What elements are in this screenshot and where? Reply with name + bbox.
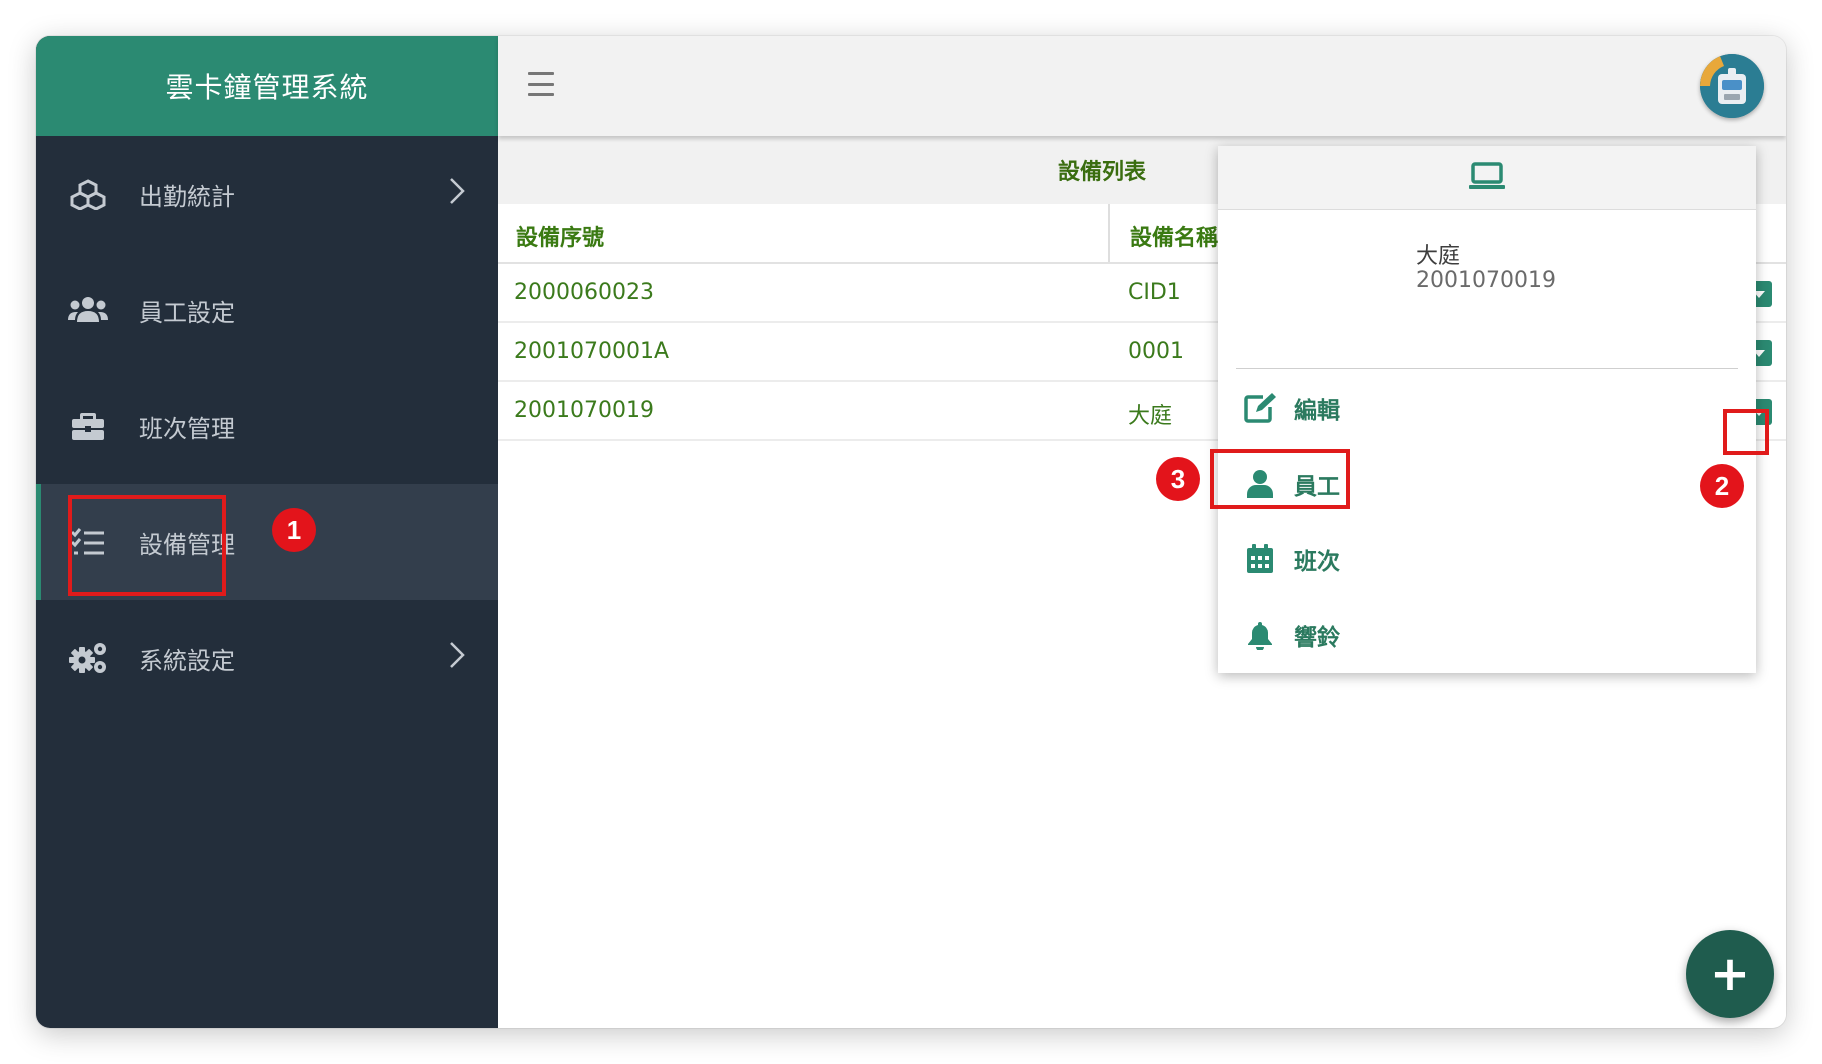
annotation-badge: 2: [1700, 464, 1744, 508]
list-check-icon: [66, 522, 110, 562]
cell-name: CID1: [1128, 280, 1181, 305]
popup-header: [1218, 146, 1756, 210]
cogs-icon: [66, 638, 110, 678]
menu-item-label: 響鈴: [1294, 625, 1340, 651]
cell-name: 大庭: [1128, 404, 1173, 429]
device-avatar-icon[interactable]: [1700, 54, 1764, 118]
menu-item-shift[interactable]: 班次: [1238, 529, 1658, 589]
column-header-serial[interactable]: 設備序號: [516, 220, 604, 252]
bell-icon: [1238, 620, 1282, 650]
menu-item-edit[interactable]: 編輯: [1238, 378, 1658, 438]
hamburger-icon[interactable]: [528, 72, 554, 96]
sidebar-item-label: 班次管理: [139, 414, 235, 443]
device-name: 大庭: [1416, 244, 1461, 269]
divider: [1236, 368, 1738, 369]
sidebar-item-label: 出勤統計: [139, 182, 235, 211]
app-title: 雲卡鐘管理系統: [36, 36, 498, 136]
menu-item-label: 班次: [1294, 549, 1340, 575]
menu-item-label: 編輯: [1294, 398, 1340, 424]
device-serial: 2001070019: [1416, 268, 1556, 293]
sidebar: 雲卡鐘管理系統 出勤統計 員工設定 班次管理 設備管理 系統設定 1: [36, 36, 498, 1028]
cell-serial: 2000060023: [514, 280, 654, 305]
menu-item-ring[interactable]: 響鈴: [1238, 605, 1658, 665]
sidebar-item-device-management[interactable]: 設備管理: [36, 484, 498, 600]
user-icon: [1238, 469, 1282, 499]
sidebar-item-label: 系統設定: [139, 646, 235, 675]
sidebar-item-label: 設備管理: [139, 530, 235, 559]
briefcase-icon: [66, 406, 110, 446]
edit-icon: [1238, 393, 1282, 423]
top-bar: [498, 36, 1786, 136]
sidebar-item-attendance-stats[interactable]: 出勤統計: [36, 136, 498, 252]
sidebar-item-label: 員工設定: [139, 298, 235, 327]
laptop-icon: [1468, 161, 1506, 195]
cell-serial: 2001070001A: [514, 339, 670, 364]
column-header-name[interactable]: 設備名稱: [1130, 220, 1218, 252]
annotation-badge: 3: [1156, 457, 1200, 501]
add-device-button[interactable]: +: [1686, 930, 1774, 1018]
column-divider: [1108, 204, 1110, 262]
chevron-right-icon: [448, 176, 466, 212]
cubes-icon: [66, 174, 110, 214]
chevron-right-icon: [448, 640, 466, 676]
users-icon: [66, 290, 110, 330]
calendar-icon: [1238, 544, 1282, 574]
cell-serial: 2001070019: [514, 398, 654, 423]
cell-name: 0001: [1128, 339, 1184, 364]
app-window: 雲卡鐘管理系統 出勤統計 員工設定 班次管理 設備管理 系統設定 1 設備列表 …: [36, 36, 1786, 1028]
sidebar-item-shift-management[interactable]: 班次管理: [36, 368, 498, 484]
menu-item-employee[interactable]: 員工: [1238, 454, 1658, 514]
menu-item-label: 員工: [1294, 474, 1340, 500]
sidebar-item-employee-settings[interactable]: 員工設定: [36, 252, 498, 368]
annotation-badge: 1: [272, 508, 316, 552]
sidebar-item-system-settings[interactable]: 系統設定: [36, 600, 498, 716]
device-action-menu: 大庭 2001070019 編輯 員工 班次 響鈴: [1218, 146, 1756, 673]
